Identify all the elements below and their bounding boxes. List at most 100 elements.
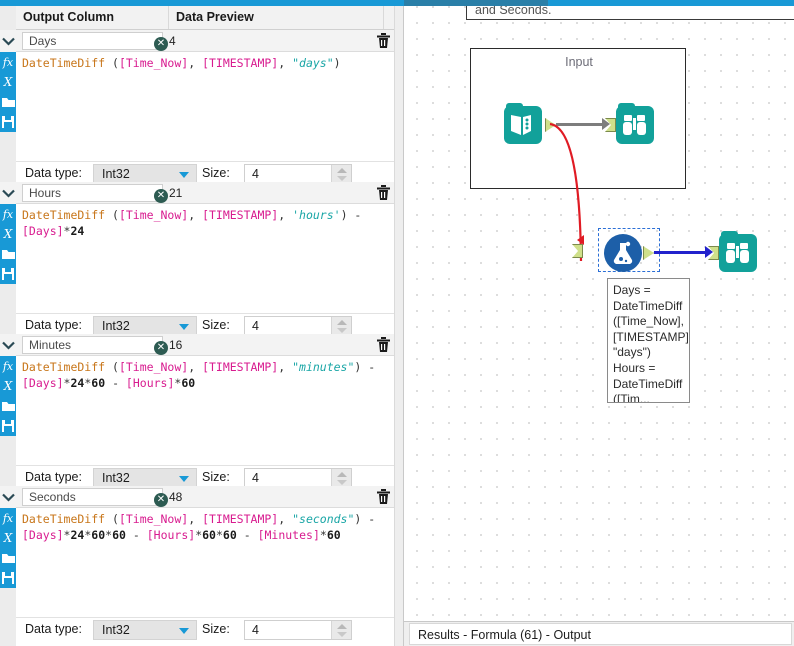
clear-circle-icon[interactable]: ✕ bbox=[154, 37, 168, 51]
stepper-down-icon[interactable] bbox=[337, 632, 347, 637]
stepper-buttons[interactable] bbox=[331, 165, 351, 183]
chevron-down-icon[interactable] bbox=[0, 334, 16, 356]
stepper-down-icon[interactable] bbox=[337, 176, 347, 181]
svg-text:fx: fx bbox=[2, 208, 14, 221]
variable-x-icon[interactable]: X bbox=[0, 528, 16, 548]
flask-icon bbox=[613, 241, 633, 265]
chevron-down-icon[interactable] bbox=[0, 182, 16, 204]
size-stepper[interactable]: 4 bbox=[244, 316, 352, 336]
variable-x-icon[interactable]: X bbox=[0, 224, 16, 244]
chevron-down-icon bbox=[179, 172, 189, 178]
variable-x-icon[interactable]: X bbox=[0, 72, 16, 92]
size-label: Size: bbox=[202, 622, 230, 636]
output-column-name-input[interactable]: Seconds ✕ bbox=[22, 488, 168, 507]
output-column-name-input[interactable]: Minutes ✕ bbox=[22, 336, 168, 355]
trash-icon[interactable] bbox=[376, 33, 392, 50]
status-bar-inner: Results - Formula (61) - Output bbox=[409, 623, 792, 645]
svg-text:fx: fx bbox=[2, 360, 14, 373]
app-root: Output Column Data Preview fx X Days ✕ 4 Date… bbox=[0, 0, 794, 646]
open-folder-icon[interactable] bbox=[0, 548, 16, 568]
open-folder-icon[interactable] bbox=[0, 92, 16, 112]
save-disk-icon[interactable] bbox=[0, 416, 16, 436]
section-icon-rail: fx X bbox=[0, 182, 16, 340]
panel-splitter[interactable] bbox=[394, 6, 404, 646]
stepper-up-icon[interactable] bbox=[337, 624, 347, 629]
stepper-buttons[interactable] bbox=[331, 317, 351, 335]
output-column-name-input[interactable]: Hours ✕ bbox=[22, 184, 168, 203]
book-icon bbox=[511, 115, 531, 135]
data-type-select[interactable]: Int32 bbox=[93, 468, 197, 488]
comment-text: and Seconds. bbox=[475, 6, 552, 17]
output-column-name-input[interactable]: Days ✕ bbox=[22, 32, 168, 51]
size-stepper[interactable]: 4 bbox=[244, 164, 352, 184]
trash-icon[interactable] bbox=[376, 337, 392, 354]
section-icon-rail: fx X bbox=[0, 334, 16, 492]
svg-text:X: X bbox=[3, 228, 13, 241]
stepper-up-icon[interactable] bbox=[337, 320, 347, 325]
data-type-label: Data type: bbox=[25, 622, 82, 636]
clear-circle-icon[interactable]: ✕ bbox=[154, 341, 168, 355]
size-label: Size: bbox=[202, 166, 230, 180]
stepper-up-icon[interactable] bbox=[337, 168, 347, 173]
data-type-label: Data type: bbox=[25, 318, 82, 332]
data-type-label: Data type: bbox=[25, 166, 82, 180]
fx-icon[interactable]: fx bbox=[0, 52, 16, 72]
formula-editor[interactable]: DateTimeDiff ([Time_Now], [TIMESTAMP], "… bbox=[16, 508, 396, 618]
data-type-select[interactable]: Int32 bbox=[93, 164, 197, 184]
open-folder-icon[interactable] bbox=[0, 244, 16, 264]
formula-config-panel: Output Column Data Preview fx X Days ✕ 4 Date… bbox=[0, 6, 404, 646]
data-type-select[interactable]: Int32 bbox=[93, 316, 197, 336]
workflow-canvas-panel: ▱ ▱ and Seconds. Input bbox=[404, 6, 794, 646]
stepper-buttons[interactable] bbox=[331, 621, 351, 639]
svg-text:X: X bbox=[3, 532, 13, 545]
data-preview-value: 16 bbox=[169, 338, 183, 352]
formula-expression: DateTimeDiff ([Time_Now], [TIMESTAMP], '… bbox=[22, 208, 369, 238]
formula-tool-tooltip: Days = DateTimeDiff ([Time_Now], [TIMEST… bbox=[607, 278, 690, 403]
fx-icon[interactable]: fx bbox=[0, 508, 16, 528]
tool-container-label: Input bbox=[565, 55, 593, 69]
formula-editor[interactable]: DateTimeDiff ([Time_Now], [TIMESTAMP], "… bbox=[16, 356, 396, 466]
stepper-down-icon[interactable] bbox=[337, 480, 347, 485]
output-column-section: fx X Days ✕ 4 DateTimeDiff ([Time_Now], [TIME… bbox=[0, 30, 404, 188]
comment-box[interactable]: and Seconds. bbox=[466, 6, 794, 20]
save-disk-icon[interactable] bbox=[0, 568, 16, 588]
binoculars-icon bbox=[726, 243, 749, 263]
chevron-down-icon[interactable] bbox=[0, 486, 16, 508]
chevron-down-icon[interactable] bbox=[0, 30, 16, 52]
connection-wire-blue[interactable] bbox=[654, 251, 708, 254]
text-input-tool[interactable] bbox=[504, 103, 542, 144]
browse-tool-bottom[interactable] bbox=[719, 231, 757, 272]
data-type-label: Data type: bbox=[25, 470, 82, 484]
workflow-canvas[interactable]: ▱ ▱ and Seconds. Input bbox=[404, 6, 794, 621]
save-disk-icon[interactable] bbox=[0, 112, 16, 132]
svg-text:X: X bbox=[3, 380, 13, 393]
stepper-buttons[interactable] bbox=[331, 469, 351, 487]
data-type-select[interactable]: Int32 bbox=[93, 620, 197, 640]
fx-icon[interactable]: fx bbox=[0, 204, 16, 224]
output-column-section: fx X Seconds ✕ 48 DateTimeDiff ([Time_Now], [… bbox=[0, 486, 404, 644]
trash-icon[interactable] bbox=[376, 489, 392, 506]
formula-tool[interactable] bbox=[604, 234, 642, 272]
trash-icon[interactable] bbox=[376, 185, 392, 202]
stepper-up-icon[interactable] bbox=[337, 472, 347, 477]
formula-editor[interactable]: DateTimeDiff ([Time_Now], [TIMESTAMP], "… bbox=[16, 52, 396, 162]
column-header-output-column: Output Column bbox=[16, 6, 169, 29]
size-stepper[interactable]: 4 bbox=[244, 620, 352, 640]
binoculars-icon bbox=[623, 115, 646, 135]
formula-editor[interactable]: DateTimeDiff ([Time_Now], [TIMESTAMP], '… bbox=[16, 204, 396, 314]
clear-circle-icon[interactable]: ✕ bbox=[154, 189, 168, 203]
status-text: Results - Formula (61) - Output bbox=[418, 628, 591, 642]
variable-x-icon[interactable]: X bbox=[0, 376, 16, 396]
chevron-down-icon bbox=[179, 324, 189, 330]
stepper-down-icon[interactable] bbox=[337, 328, 347, 333]
size-label: Size: bbox=[202, 318, 230, 332]
size-stepper[interactable]: 4 bbox=[244, 468, 352, 488]
data-type-row: Data type: Int32 Size: 4 bbox=[16, 618, 396, 644]
fx-icon[interactable]: fx bbox=[0, 356, 16, 376]
column-header-data-preview: Data Preview bbox=[169, 6, 384, 29]
clear-circle-icon[interactable]: ✕ bbox=[154, 493, 168, 507]
open-folder-icon[interactable] bbox=[0, 396, 16, 416]
formula-expression: DateTimeDiff ([Time_Now], [TIMESTAMP], "… bbox=[22, 360, 383, 390]
save-disk-icon[interactable] bbox=[0, 264, 16, 284]
results-status-bar: Results - Formula (61) - Output bbox=[404, 621, 794, 646]
